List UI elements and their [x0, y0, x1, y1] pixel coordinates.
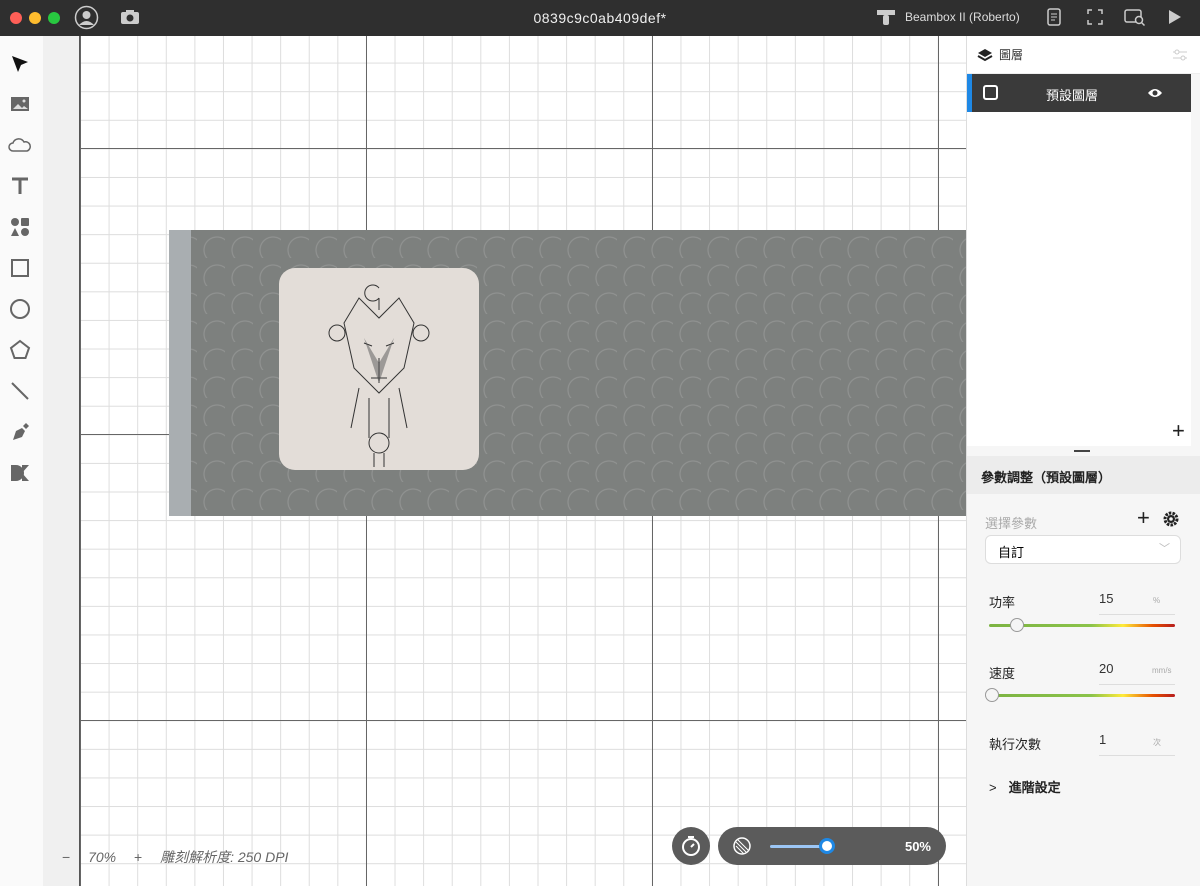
ellipse-icon — [10, 299, 30, 319]
repeat-input[interactable]: 1 — [1099, 732, 1175, 756]
camera-preview-icon[interactable] — [1124, 8, 1146, 26]
layers-header: 圖層 — [999, 48, 1024, 62]
dmkt-icon — [11, 465, 29, 481]
zoom-controls: − 70% + 雕刻解析度: 250 DPI — [62, 847, 302, 867]
layers-tab[interactable]: 圖層 — [967, 36, 1200, 74]
select-tool[interactable] — [8, 52, 32, 76]
cloud-icon — [8, 138, 31, 152]
ellipse-tool[interactable] — [8, 297, 32, 321]
add-layer-button[interactable]: + — [1172, 418, 1185, 444]
machine-icon[interactable] — [876, 8, 896, 26]
rectangle-icon — [11, 259, 29, 277]
preset-label: 選擇參數 — [985, 516, 1038, 531]
power-slider[interactable] — [989, 618, 1175, 632]
engrave-resolution: 雕刻解析度: 250 DPI — [160, 849, 289, 865]
shapes-icon — [11, 218, 29, 236]
stopwatch-icon — [682, 836, 700, 856]
image-tool[interactable] — [8, 92, 32, 116]
wolf-engraving-image — [328, 284, 430, 467]
power-unit: % — [1153, 596, 1161, 605]
left-toolbar — [0, 36, 80, 886]
machine-selector[interactable]: Beambox II (Roberto) — [905, 10, 1020, 24]
advanced-settings-label: 進階設定 — [1008, 780, 1061, 795]
power-input[interactable]: 15 — [1099, 591, 1175, 615]
estimate-time-button[interactable] — [672, 827, 710, 865]
panel-resize-handle[interactable] — [1074, 450, 1090, 452]
dmkt-tool[interactable] — [8, 461, 32, 485]
engraved-wood-tile — [279, 268, 479, 470]
cloud-tool[interactable] — [8, 133, 32, 157]
play-icon[interactable] — [1168, 9, 1182, 25]
polygon-tool[interactable] — [8, 338, 32, 362]
window-title: 0839c9c0ab409def* — [533, 10, 667, 26]
preview-opacity-control: 50% — [718, 827, 946, 865]
right-panel: 圖層 預設圖層 + 參數調整（預設圖層） 選擇參數 + 自訂 ﹀ 功率 15 %… — [966, 36, 1200, 886]
layer-list — [967, 74, 1191, 446]
text-icon — [12, 177, 28, 194]
line-icon — [11, 382, 29, 400]
pen-icon — [13, 423, 29, 440]
advanced-settings-toggle[interactable]: > 進階設定 — [989, 777, 1061, 796]
camera-preview-image — [169, 230, 966, 516]
params-title: 參數調整（預設圖層） — [967, 456, 1200, 494]
chevron-down-icon: ﹀ — [1159, 543, 1170, 555]
opacity-icon — [733, 837, 751, 855]
preset-select[interactable]: 自訂 ﹀ — [985, 535, 1181, 564]
layer-checkbox[interactable] — [983, 85, 998, 100]
speed-slider-thumb[interactable] — [985, 688, 999, 702]
zoom-out-button[interactable]: − — [62, 849, 70, 865]
elements-tool[interactable] — [8, 215, 32, 239]
zoom-in-button[interactable]: + — [134, 849, 142, 865]
eye-icon[interactable] — [1147, 87, 1163, 99]
add-preset-button[interactable]: + — [1137, 505, 1150, 531]
power-label: 功率 — [989, 595, 1016, 610]
layer-item[interactable]: 預設圖層 — [967, 74, 1191, 112]
opacity-slider-thumb[interactable] — [819, 838, 835, 854]
title-bar: 0839c9c0ab409def* Beambox II (Roberto) — [0, 0, 1200, 36]
speed-slider[interactable] — [985, 688, 1175, 702]
filter-settings-icon[interactable] — [1172, 48, 1188, 62]
gear-icon[interactable] — [1163, 511, 1179, 527]
layers-icon — [977, 48, 993, 61]
workarea-canvas[interactable] — [80, 36, 966, 886]
speed-label: 速度 — [989, 666, 1016, 681]
repeat-unit: 次 — [1153, 738, 1161, 747]
image-icon — [11, 97, 29, 111]
pen-tool[interactable] — [8, 420, 32, 444]
polygon-icon — [9, 339, 31, 359]
fullscreen-icon[interactable] — [1087, 9, 1103, 25]
rectangle-tool[interactable] — [8, 256, 32, 280]
chevron-right-icon: > — [989, 780, 997, 795]
document-icon[interactable] — [1047, 8, 1061, 26]
zoom-level: 70% — [88, 849, 117, 865]
preset-value: 自訂 — [998, 545, 1025, 560]
line-tool[interactable] — [8, 379, 32, 403]
opacity-value: 50% — [904, 839, 931, 854]
power-slider-thumb[interactable] — [1010, 618, 1024, 632]
repeat-label: 執行次數 — [989, 737, 1042, 752]
text-tool[interactable] — [8, 174, 32, 198]
speed-unit: mm/s — [1152, 666, 1172, 675]
layer-name: 預設圖層 — [1046, 88, 1099, 103]
cursor-icon — [12, 56, 28, 72]
